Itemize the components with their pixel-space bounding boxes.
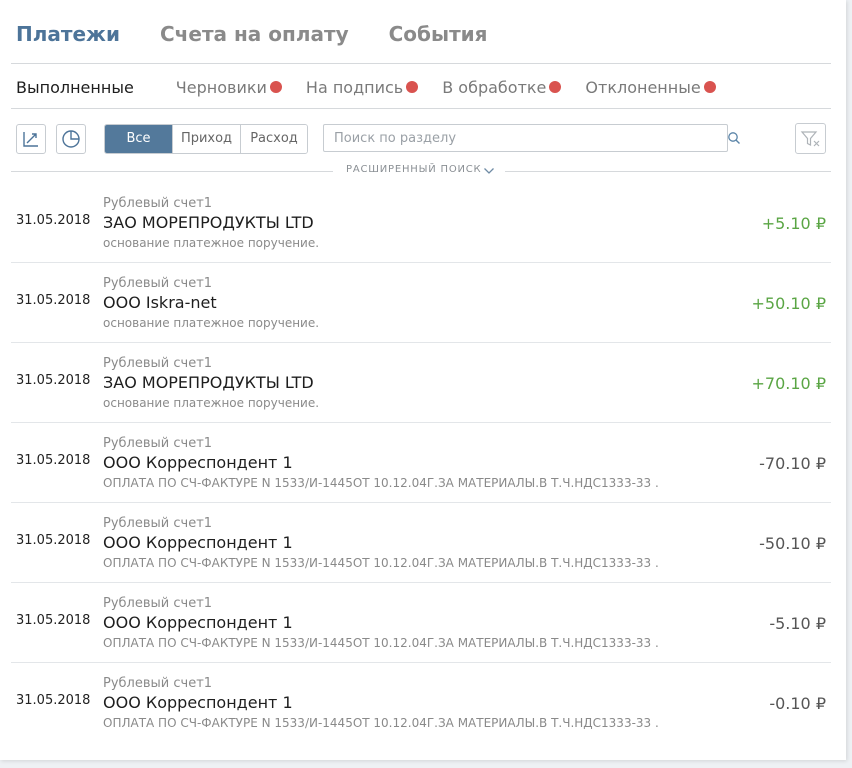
payment-date: 31.05.2018 — [16, 533, 91, 548]
filter-clear-icon — [800, 130, 819, 146]
payment-counterparty: ООО Корреспондент 1 — [103, 533, 293, 552]
search-input[interactable] — [323, 124, 728, 152]
advanced-search-label: РАСШИРЕННЫЙ ПОИСК — [346, 164, 482, 175]
payment-amount: -70.10 ₽ — [759, 454, 826, 473]
payment-counterparty: ООО Корреспондент 1 — [103, 693, 293, 712]
search-icon[interactable] — [727, 131, 741, 145]
direction-filter: Все Приход Расход — [104, 124, 308, 154]
payment-row[interactable]: 31.05.2018 Рублевый счет1 ООО Корреспонд… — [11, 503, 831, 583]
divider — [505, 171, 831, 172]
payment-date: 31.05.2018 — [16, 453, 91, 468]
payment-counterparty: ООО Корреспондент 1 — [103, 453, 293, 472]
filter-all-button[interactable]: Все — [105, 125, 172, 153]
payment-date: 31.05.2018 — [16, 693, 91, 708]
tabs-divider — [11, 63, 831, 64]
clear-filter-button[interactable] — [795, 123, 826, 154]
payment-date: 31.05.2018 — [16, 373, 91, 388]
trend-chart-button[interactable] — [16, 124, 46, 154]
subtab-label: Выполненные — [16, 77, 134, 97]
trend-chart-icon — [23, 132, 38, 147]
payment-row[interactable]: 31.05.2018 Рублевый счет1 ООО Корреспонд… — [11, 423, 831, 503]
payment-amount: -50.10 ₽ — [759, 534, 826, 553]
pie-chart-button[interactable] — [56, 124, 86, 154]
payment-account: Рублевый счет1 — [103, 596, 213, 611]
subtab-label: Черновики — [175, 77, 267, 97]
payment-description: ОПЛАТА ПО СЧ-ФАКТУРЕ N 1533/И-1445ОТ 10.… — [103, 636, 659, 650]
filter-expense-button[interactable]: Расход — [240, 125, 307, 153]
notification-badge — [269, 81, 282, 93]
payment-row[interactable]: 31.05.2018 Рублевый счет1 ООО Корреспонд… — [11, 663, 831, 742]
payment-amount: +70.10 ₽ — [751, 374, 826, 393]
subtab-rejected[interactable]: Отклоненные — [585, 77, 716, 97]
payment-description: ОПЛАТА ПО СЧ-ФАКТУРЕ N 1533/И-1445ОТ 10.… — [103, 716, 659, 730]
payment-description: ОПЛАТА ПО СЧ-ФАКТУРЕ N 1533/И-1445ОТ 10.… — [103, 476, 659, 490]
filter-income-button[interactable]: Приход — [172, 125, 240, 153]
divider — [11, 171, 333, 172]
payment-counterparty: ООО Iskra-net — [103, 293, 217, 312]
payment-description: основание платежное поручение. — [103, 396, 320, 410]
notification-badge — [703, 81, 716, 93]
subtab-completed[interactable]: Выполненные — [16, 78, 134, 97]
payment-account: Рублевый счет1 — [103, 516, 213, 531]
payment-description: ОПЛАТА ПО СЧ-ФАКТУРЕ N 1533/И-1445ОТ 10.… — [103, 556, 659, 570]
payment-row[interactable]: 31.05.2018 Рублевый счет1 ЗАО МОРЕПРОДУК… — [11, 343, 831, 423]
payment-amount: -5.10 ₽ — [769, 614, 826, 633]
top-tabs: Платежи Счета на оплату События — [16, 22, 528, 52]
payment-counterparty: ЗАО МОРЕПРОДУКТЫ LTD — [103, 213, 314, 232]
payment-date: 31.05.2018 — [16, 613, 91, 628]
payment-account: Рублевый счет1 — [103, 196, 213, 211]
subtab-processing[interactable]: В обработке — [442, 77, 562, 97]
payment-amount: -0.10 ₽ — [769, 694, 826, 713]
payment-counterparty: ЗАО МОРЕПРОДУКТЫ LTD — [103, 373, 314, 392]
subtab-label: В обработке — [442, 77, 547, 97]
payment-amount: +5.10 ₽ — [761, 214, 826, 233]
payment-row[interactable]: 31.05.2018 Рублевый счет1 ООО Корреспонд… — [11, 583, 831, 663]
payment-account: Рублевый счет1 — [103, 676, 213, 691]
tab-payments[interactable]: Платежи — [16, 22, 120, 52]
advanced-search-toggle[interactable]: РАСШИРЕННЫЙ ПОИСК — [11, 162, 831, 182]
chevron-down-icon — [484, 168, 494, 174]
payment-amount: +50.10 ₽ — [751, 294, 826, 313]
notification-badge — [406, 81, 419, 93]
tab-events[interactable]: События — [389, 22, 488, 52]
payment-account: Рублевый счет1 — [103, 436, 213, 451]
pie-chart-icon — [62, 130, 80, 148]
payment-description: основание платежное поручение. — [103, 316, 320, 330]
payment-description: основание платежное поручение. — [103, 236, 320, 250]
payment-row[interactable]: 31.05.2018 Рублевый счет1 ЗАО МОРЕПРОДУК… — [11, 183, 831, 263]
subtab-to-sign[interactable]: На подпись — [305, 77, 419, 97]
payment-account: Рублевый счет1 — [103, 356, 213, 371]
subtab-label: На подпись — [305, 77, 404, 97]
subtabs-divider — [11, 108, 831, 109]
payment-date: 31.05.2018 — [16, 213, 91, 228]
tab-invoices[interactable]: Счета на оплату — [160, 22, 349, 52]
payment-row[interactable]: 31.05.2018 Рублевый счет1 ООО Iskra-net … — [11, 263, 831, 343]
notification-badge — [549, 81, 562, 93]
status-tabs: Выполненные Черновики На подпись В обраб… — [16, 76, 716, 98]
subtab-label: Отклоненные — [585, 77, 701, 97]
payments-panel: Платежи Счета на оплату События Выполнен… — [0, 0, 846, 760]
payment-account: Рублевый счет1 — [103, 276, 213, 291]
subtab-drafts[interactable]: Черновики — [176, 78, 282, 97]
payment-counterparty: ООО Корреспондент 1 — [103, 613, 293, 632]
payment-date: 31.05.2018 — [16, 293, 91, 308]
payments-list: 31.05.2018 Рублевый счет1 ЗАО МОРЕПРОДУК… — [11, 183, 831, 742]
